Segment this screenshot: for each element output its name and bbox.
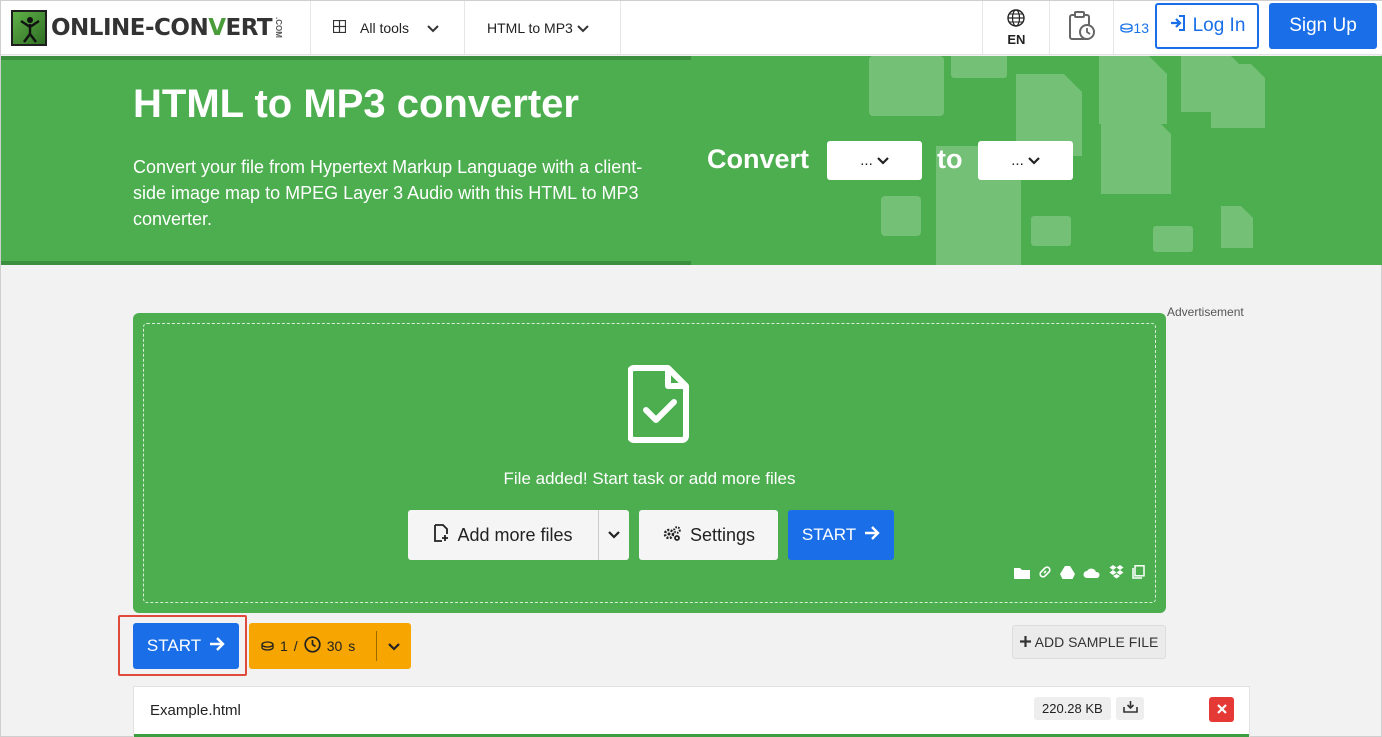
add-more-files-label: Add more files — [457, 524, 573, 545]
hero-banner: HTML to MP3 converter Convert your file … — [1, 56, 1382, 265]
converter-menu[interactable]: HTML to MP3 — [465, 1, 621, 54]
onedrive-icon[interactable] — [1083, 566, 1101, 584]
cost-time-unit: s — [348, 638, 356, 654]
from-format-value: ... — [860, 152, 873, 169]
settings-button[interactable]: Settings — [639, 510, 778, 560]
google-drive-icon[interactable] — [1060, 565, 1075, 584]
cost-time: 30 — [326, 638, 343, 654]
start-button-dropzone[interactable]: START — [788, 510, 894, 560]
site-logo[interactable]: ONLINE-CONVERT .COM — [1, 1, 311, 54]
coins-icon — [1120, 20, 1134, 36]
chevron-down-icon — [876, 152, 889, 169]
start-label: START — [801, 525, 857, 544]
add-more-files-button[interactable]: Add more files — [408, 510, 629, 560]
start-button[interactable]: START — [133, 623, 239, 669]
converter-label: HTML to MP3 — [487, 19, 573, 36]
delete-file-button[interactable] — [1209, 697, 1234, 722]
file-size-badge: 220.28 KB — [1034, 697, 1111, 720]
advertisement-label: Advertisement — [1167, 305, 1244, 319]
start-label: START — [146, 636, 202, 655]
add-sample-file-label: ADD SAMPLE FILE — [1034, 634, 1159, 650]
chevron-down-icon — [388, 638, 400, 654]
chevron-down-icon — [577, 20, 589, 36]
globe-icon — [1007, 8, 1026, 30]
logo-com: .COM — [274, 17, 284, 38]
login-icon — [1169, 14, 1187, 38]
chevron-down-icon — [1027, 152, 1040, 169]
add-files-dropdown[interactable] — [599, 510, 629, 560]
page-title: HTML to MP3 converter — [133, 82, 579, 126]
cost-dropdown[interactable] — [377, 638, 411, 654]
language-label: EN — [1007, 31, 1026, 47]
all-tools-label: All tools — [360, 19, 410, 36]
cost-credits: 1 — [280, 638, 288, 654]
gears-icon — [662, 525, 682, 546]
login-button[interactable]: Log In — [1155, 3, 1259, 49]
file-name: Example.html — [150, 702, 241, 719]
dropbox-icon[interactable] — [1109, 565, 1124, 584]
chevron-down-icon — [427, 20, 439, 36]
to-format-select[interactable]: ... — [978, 141, 1073, 180]
upload-sources — [1014, 565, 1145, 584]
plus-icon — [1019, 634, 1031, 650]
arrow-right-icon — [864, 525, 880, 545]
download-tray-icon — [1122, 700, 1138, 718]
language-selector[interactable]: EN — [982, 1, 1051, 54]
credits-count: 13 — [1133, 19, 1149, 36]
file-dropzone[interactable]: File added! Start task or add more files… — [133, 313, 1166, 613]
folder-icon[interactable] — [1014, 566, 1030, 584]
cost-separator: / — [293, 638, 298, 654]
arrow-right-icon — [209, 636, 225, 656]
clock-icon — [304, 636, 321, 656]
file-list-item: Example.html 220.28 KB — [133, 686, 1250, 737]
file-added-status: File added! Start task or add more files — [503, 469, 796, 488]
page-description: Convert your file from Hypertext Markup … — [133, 157, 643, 229]
coins-icon — [261, 638, 274, 654]
all-tools-menu[interactable]: All tools — [311, 1, 465, 54]
conversion-cost-button[interactable]: 1 / 30 s — [249, 623, 411, 669]
chevron-down-icon — [608, 526, 620, 544]
decorative-file-icons — [869, 56, 1265, 265]
clipboard-clock-icon — [1067, 10, 1097, 45]
to-format-value: ... — [1011, 152, 1024, 169]
signup-button[interactable]: Sign Up — [1269, 3, 1377, 49]
settings-label: Settings — [689, 524, 756, 545]
add-sample-file-button[interactable]: ADD SAMPLE FILE — [1012, 625, 1166, 659]
top-header: ONLINE-CONVERT .COM All tools HTML to MP… — [1, 1, 1382, 55]
grid-icon — [332, 19, 347, 36]
file-check-icon — [627, 364, 692, 449]
link-icon[interactable] — [1038, 565, 1052, 584]
signup-label: Sign Up — [1289, 15, 1357, 36]
from-format-select[interactable]: ... — [827, 141, 922, 180]
close-icon — [1216, 701, 1227, 719]
login-label: Log In — [1192, 15, 1246, 36]
file-add-icon — [433, 523, 449, 547]
convert-label: Convert — [707, 144, 810, 174]
logo-mark-icon — [11, 9, 47, 46]
history-button[interactable] — [1050, 1, 1115, 54]
clipboard-icon[interactable] — [1132, 565, 1145, 584]
file-download-button[interactable] — [1116, 697, 1144, 720]
to-label: to — [937, 144, 963, 174]
credits-indicator[interactable]: 13 — [1120, 1, 1149, 54]
logo-text: ONLINE-CONVERT — [51, 14, 273, 41]
